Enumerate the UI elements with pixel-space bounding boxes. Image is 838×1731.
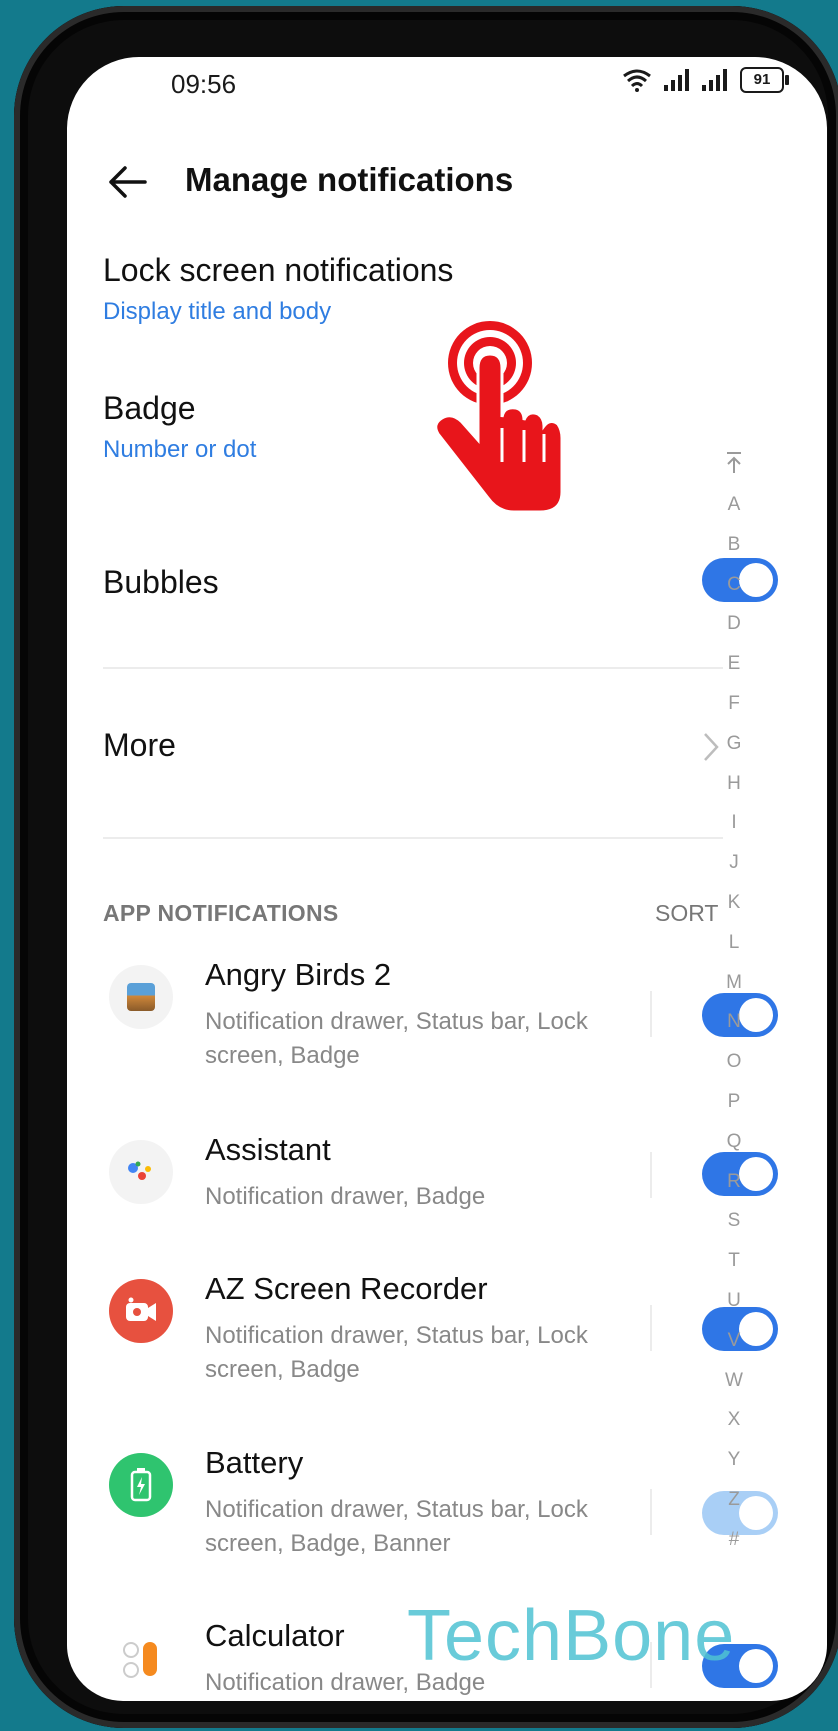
page-title: Manage notifications	[185, 161, 514, 198]
app-row-battery[interactable]: Battery Notification drawer, Status bar,…	[103, 1445, 778, 1575]
signal-icon-2	[702, 69, 727, 91]
alpha-index-letter[interactable]: #	[719, 1520, 749, 1560]
alpha-index-letter[interactable]: V	[719, 1321, 749, 1361]
app-desc: Notification drawer, Badge	[205, 1183, 486, 1210]
angry-birds-icon	[109, 965, 173, 1029]
badge-row[interactable]: Badge Number or dot	[103, 390, 723, 490]
app-desc: Notification drawer, Status bar, Lock sc…	[205, 1496, 588, 1557]
alpha-index-letter[interactable]: A	[719, 485, 749, 525]
alpha-index-letter[interactable]: H	[719, 764, 749, 804]
alpha-index-letter[interactable]: M	[719, 963, 749, 1003]
alpha-index-letter[interactable]: X	[719, 1400, 749, 1440]
alphabet-index[interactable]: A B C D E F G H I J K L M N O P Q R S T U V W X Y Z #	[719, 485, 749, 1560]
app-desc: Notification drawer, Status bar, Lock sc…	[205, 1322, 588, 1383]
battery-indicator: 91	[740, 67, 789, 93]
app-name: Battery	[205, 1445, 304, 1480]
alpha-index-letter[interactable]: L	[719, 923, 749, 963]
separator	[650, 991, 652, 1037]
app-name: AZ Screen Recorder	[205, 1271, 488, 1306]
alpha-index-letter[interactable]: D	[719, 604, 749, 644]
more-row[interactable]: More	[103, 717, 723, 777]
alpha-index-letter[interactable]: S	[719, 1201, 749, 1241]
lock-screen-title: Lock screen notifications	[103, 252, 454, 288]
phone-frame: 09:56 91 Manage notifications Lock scree…	[14, 6, 838, 1728]
lock-screen-value: Display title and body	[103, 298, 332, 325]
back-arrow-icon[interactable]	[105, 162, 155, 202]
app-desc: Notification drawer, Status bar, Lock sc…	[205, 1008, 588, 1069]
alpha-index-letter[interactable]: R	[719, 1162, 749, 1202]
screen: 09:56 91 Manage notifications Lock scree…	[67, 57, 827, 1701]
app-row-assistant[interactable]: Assistant Notification drawer, Badge	[103, 1132, 778, 1232]
watermark: TechBone	[407, 1596, 736, 1676]
signal-icon	[664, 69, 689, 91]
alpha-index-letter[interactable]: Y	[719, 1440, 749, 1480]
calculator-icon	[109, 1626, 173, 1690]
separator	[650, 1489, 652, 1535]
alpha-index-letter[interactable]: I	[719, 803, 749, 843]
badge-value: Number or dot	[103, 436, 257, 463]
alpha-index-letter[interactable]: Z	[719, 1480, 749, 1520]
divider	[103, 667, 723, 669]
alpha-index-letter[interactable]: P	[719, 1082, 749, 1122]
screen-recorder-icon	[109, 1279, 173, 1343]
separator	[650, 1152, 652, 1198]
alpha-index-letter[interactable]: F	[719, 684, 749, 724]
tap-hand-icon	[434, 321, 562, 512]
alpha-index-letter[interactable]: T	[719, 1241, 749, 1281]
app-name: Assistant	[205, 1132, 331, 1167]
app-name: Calculator	[205, 1618, 345, 1653]
sort-button[interactable]: SORT	[655, 900, 718, 927]
divider	[103, 837, 723, 839]
alpha-index-letter[interactable]: W	[719, 1361, 749, 1401]
assistant-icon	[109, 1140, 173, 1204]
lock-screen-notifications-row[interactable]: Lock screen notifications Display title …	[103, 252, 723, 352]
chevron-right-icon	[704, 733, 719, 761]
wifi-icon	[623, 69, 651, 92]
separator	[650, 1305, 652, 1351]
status-time: 09:56	[171, 69, 237, 99]
app-name: Angry Birds 2	[205, 957, 392, 992]
alpha-index-letter[interactable]: O	[719, 1042, 749, 1082]
alpha-index-letter[interactable]: J	[719, 843, 749, 883]
status-icons: 91	[622, 67, 789, 93]
more-label: More	[103, 727, 176, 763]
app-row-angry-birds[interactable]: Angry Birds 2 Notification drawer, Statu…	[103, 957, 778, 1087]
alpha-index-letter[interactable]: K	[719, 883, 749, 923]
alpha-index-letter[interactable]: N	[719, 1002, 749, 1042]
alpha-index-letter[interactable]: G	[719, 724, 749, 764]
alpha-index-letter[interactable]: C	[719, 565, 749, 605]
battery-app-icon	[109, 1453, 173, 1517]
alpha-index-letter[interactable]: E	[719, 644, 749, 684]
alpha-index-letter[interactable]: B	[719, 525, 749, 565]
alpha-index-letter[interactable]: U	[719, 1281, 749, 1321]
alpha-index-letter[interactable]: Q	[719, 1122, 749, 1162]
badge-title: Badge	[103, 390, 196, 426]
bubbles-label: Bubbles	[103, 564, 219, 600]
app-notifications-label: APP NOTIFICATIONS	[103, 900, 339, 926]
app-row-az-screen-recorder[interactable]: AZ Screen Recorder Notification drawer, …	[103, 1271, 778, 1401]
scroll-to-top-icon[interactable]	[724, 451, 744, 475]
